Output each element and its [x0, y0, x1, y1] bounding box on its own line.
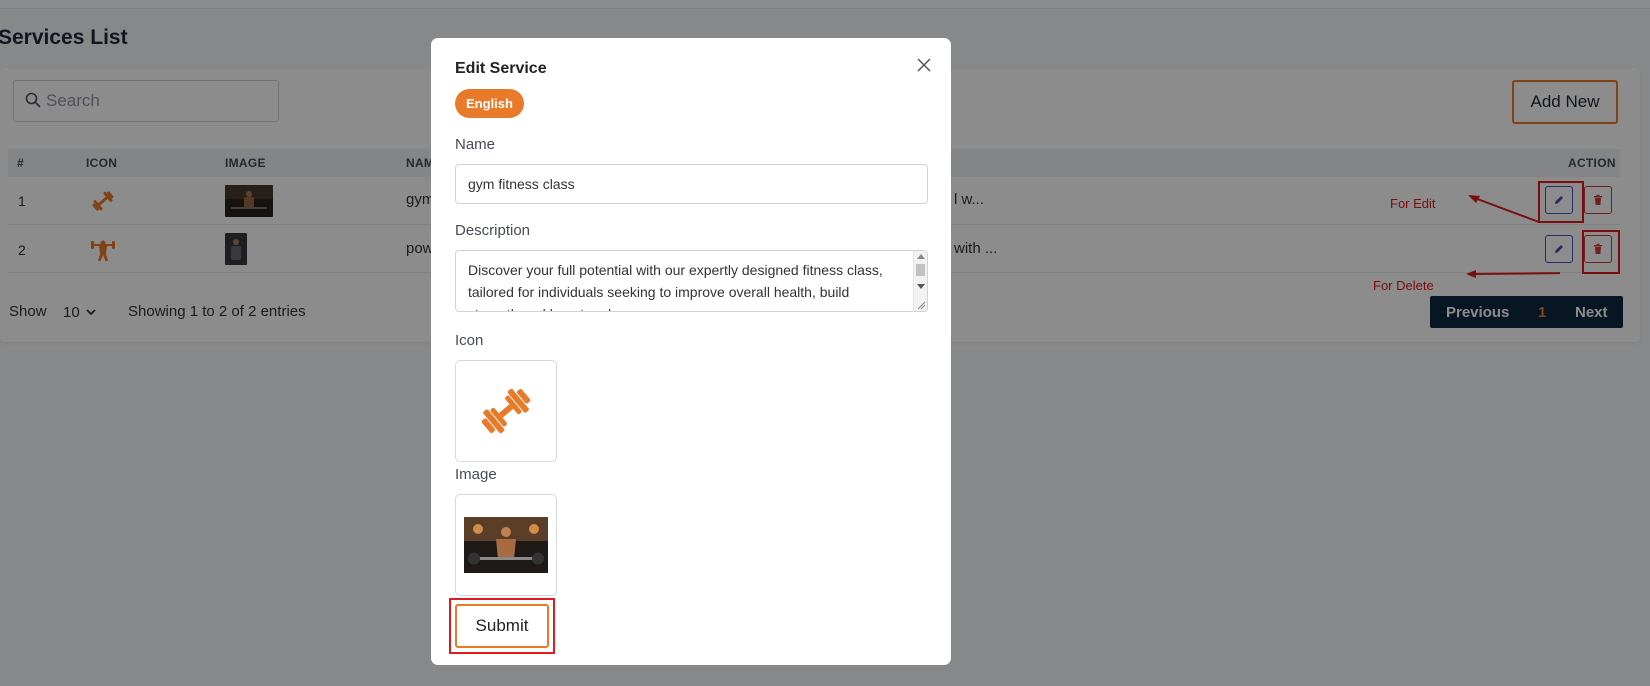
description-text: Discover your full potential with our ex… [468, 262, 883, 311]
submit-annotation-box [449, 598, 555, 654]
gym-athlete-photo [464, 517, 548, 573]
description-textarea[interactable]: Discover your full potential with our ex… [455, 250, 928, 312]
image-label: Image [455, 466, 497, 483]
scroll-down-arrow[interactable] [917, 284, 925, 289]
scroll-thumb[interactable] [916, 264, 925, 276]
description-label: Description [455, 222, 531, 239]
resize-handle-icon[interactable] [916, 300, 926, 310]
edit-service-modal: Edit Service English Name Description Di… [431, 38, 951, 665]
modal-title: Edit Service [455, 60, 547, 77]
dumbbell-icon [481, 388, 531, 434]
name-label: Name [455, 136, 496, 153]
icon-label: Icon [455, 332, 484, 349]
scroll-up-arrow[interactable] [917, 254, 925, 259]
image-preview[interactable] [455, 494, 557, 596]
icon-preview[interactable] [455, 360, 557, 462]
language-tab-english[interactable]: English [455, 89, 524, 118]
name-input[interactable] [455, 164, 928, 204]
close-icon[interactable] [915, 56, 933, 74]
